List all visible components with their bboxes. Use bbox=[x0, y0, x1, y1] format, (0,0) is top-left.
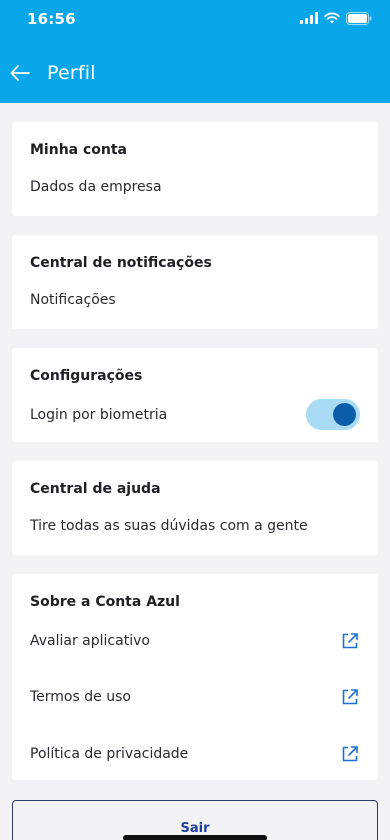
app-bar: 16:56 Perfil bbox=[0, 0, 390, 103]
menu-item-termos-de-uso[interactable]: Termos de uso bbox=[30, 686, 360, 708]
signal-icon bbox=[300, 12, 318, 24]
nav-bar: Perfil bbox=[0, 54, 390, 94]
card-sobre: Sobre a Conta Azul Avaliar aplicativo Te… bbox=[12, 574, 378, 780]
menu-item-label: Termos de uso bbox=[30, 689, 131, 705]
page-title: Perfil bbox=[47, 62, 96, 84]
menu-item-label: Avaliar aplicativo bbox=[30, 633, 150, 649]
status-icons bbox=[300, 11, 372, 25]
external-link-icon bbox=[342, 633, 358, 649]
section-title-sobre: Sobre a Conta Azul bbox=[30, 594, 180, 610]
arrow-left-icon[interactable] bbox=[9, 62, 31, 84]
section-title-configuracoes: Configurações bbox=[30, 368, 143, 384]
status-time: 16:56 bbox=[27, 10, 76, 28]
menu-item-label: Política de privacidade bbox=[30, 746, 189, 762]
card-configuracoes: Configurações Login por biometria bbox=[12, 348, 378, 442]
biometric-login-label: Login por biometria bbox=[30, 406, 168, 423]
card-minha-conta: Minha conta Dados da empresa bbox=[12, 122, 378, 216]
status-bar: 16:56 bbox=[0, 0, 390, 40]
battery-icon bbox=[346, 11, 372, 25]
menu-item-duvidas[interactable]: Tire todas as suas dúvidas com a gente bbox=[30, 518, 308, 534]
home-indicator bbox=[123, 835, 267, 840]
logout-label: Sair bbox=[180, 821, 210, 836]
menu-item-notificacoes[interactable]: Notificações bbox=[30, 292, 116, 308]
biometric-login-toggle[interactable] bbox=[306, 399, 360, 430]
menu-item-dados-empresa[interactable]: Dados da empresa bbox=[30, 179, 162, 195]
external-link-icon bbox=[342, 746, 358, 762]
external-link-icon bbox=[342, 689, 358, 705]
card-ajuda: Central de ajuda Tire todas as suas dúvi… bbox=[12, 461, 378, 555]
card-notificacoes: Central de notificações Notificações bbox=[12, 235, 378, 329]
section-title-minha-conta: Minha conta bbox=[30, 142, 128, 158]
toggle-knob bbox=[333, 403, 356, 426]
menu-item-avaliar-aplicativo[interactable]: Avaliar aplicativo bbox=[30, 630, 360, 652]
section-title-ajuda: Central de ajuda bbox=[30, 481, 161, 497]
wifi-icon bbox=[324, 12, 340, 24]
section-title-notificacoes: Central de notificações bbox=[30, 255, 212, 271]
profile-screen: 16:56 Perfil Minha conta Dados da empres… bbox=[0, 0, 390, 840]
menu-item-politica-privacidade[interactable]: Política de privacidade bbox=[30, 743, 360, 765]
biometric-login-row: Login por biometria bbox=[30, 399, 360, 430]
logout-button[interactable]: Sair bbox=[12, 800, 378, 840]
